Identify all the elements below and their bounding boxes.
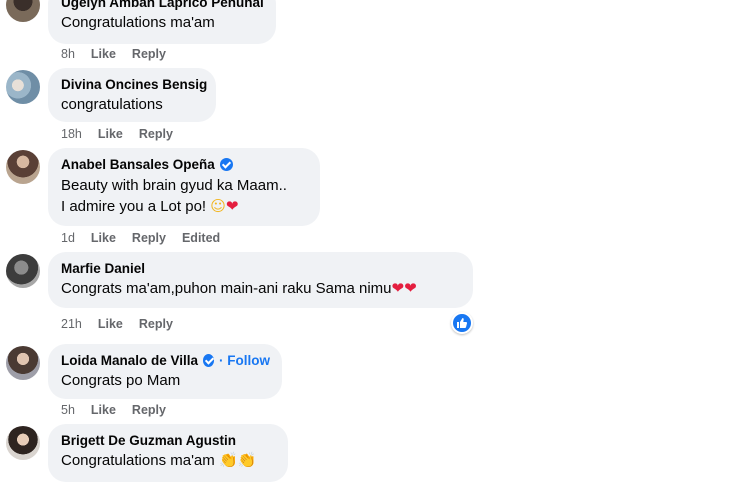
reply-button[interactable]: Reply [139,317,173,331]
smiling-face-emoji: ☺ [210,197,226,215]
comment-time[interactable]: 5h [61,403,75,417]
avatar[interactable] [6,0,40,22]
comment-author[interactable]: Anabel Bansales Opeña [61,156,308,173]
comment-text: Congrats po Mam [61,372,181,389]
comment-bubble: Brigett De Guzman Agustin Congratulation… [48,424,288,482]
like-reaction-icon[interactable] [451,312,473,334]
heart-emoji: ❤❤ [391,279,417,297]
comment-bubble: Anabel Bansales Opeña Beauty with brain … [48,148,320,226]
comment-author[interactable]: Brigett De Guzman Agustin [61,432,276,449]
avatar[interactable] [6,346,40,380]
avatar[interactable] [6,254,40,288]
reply-button[interactable]: Reply [132,231,166,245]
comment-text: Congratulations ma'am 👏👏 [61,451,257,469]
comment-bubble: Loida Manalo de Villa · Follow Congrats … [48,344,282,399]
comment-author[interactable]: Loida Manalo de Villa · Follow [61,352,270,369]
comment-bubble: Ugelyn Amban Laprico Penunal Congratulat… [48,0,276,44]
comment-time[interactable]: 21h [61,317,82,331]
clapping-hands-emoji: 👏👏 [218,451,257,469]
heart-emoji: ❤ [225,197,239,215]
reply-button[interactable]: Reply [132,403,166,417]
comment-author[interactable]: Marfie Daniel [61,260,461,277]
edited-label[interactable]: Edited [182,231,220,245]
like-button[interactable]: Like [98,317,123,331]
comment-time[interactable]: 18h [61,127,82,141]
comment-text: Beauty with brain gyud ka Maam.. I admir… [61,175,308,217]
verified-badge-icon [203,354,214,367]
comment-bubble: Divina Oncines Bensig congratulations [48,68,216,122]
comment-bubble: Marfie Daniel Congrats ma'am,puhon main-… [48,252,473,308]
comment-text: congratulations [61,96,163,113]
follow-button[interactable]: · Follow [219,352,270,369]
comment-text: Congrats ma'am,puhon main-ani raku Sama … [61,279,417,297]
verified-badge-icon [219,158,233,171]
comment-actions: 8h Like Reply [61,47,182,61]
comment-text: Congratulations ma'am [61,14,215,31]
avatar[interactable] [6,70,40,104]
comment-author[interactable]: Ugelyn Amban Laprico Penunal [61,0,264,11]
avatar[interactable] [6,150,40,184]
comment-text-line: Beauty with brain gyud ka Maam.. [61,177,287,194]
like-button[interactable]: Like [91,47,116,61]
comment-time[interactable]: 1d [61,231,75,245]
comment-actions: 1d Like Reply Edited [61,231,236,245]
comment-author[interactable]: Divina Oncines Bensig [61,76,207,93]
like-button[interactable]: Like [91,403,116,417]
comment-text-line: I admire you a Lot po! ☺❤ [61,197,239,215]
reply-button[interactable]: Reply [132,47,166,61]
like-button[interactable]: Like [91,231,116,245]
comment-actions: 5h Like Reply [61,403,182,417]
like-button[interactable]: Like [98,127,123,141]
avatar[interactable] [6,426,40,460]
comment-time[interactable]: 8h [61,47,75,61]
comment-actions: 21h Like Reply [61,317,189,331]
reply-button[interactable]: Reply [139,127,173,141]
comment-actions: 18h Like Reply [61,127,189,141]
